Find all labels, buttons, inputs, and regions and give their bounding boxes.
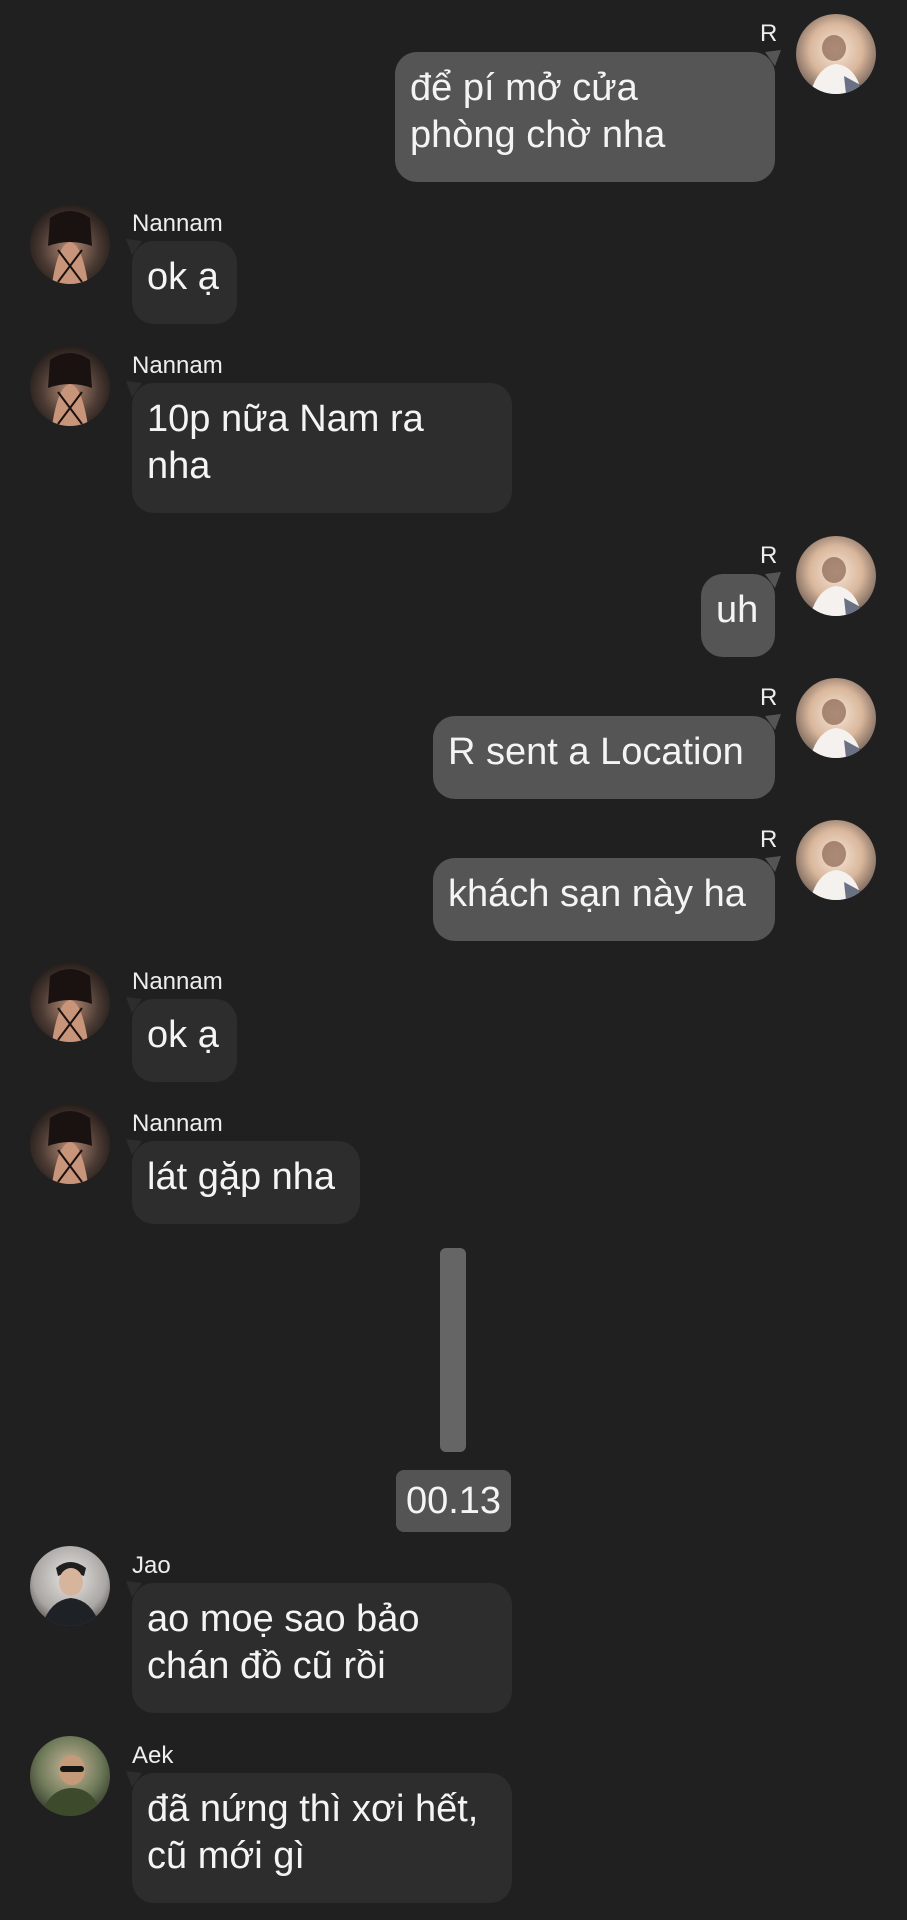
avatar[interactable] [796, 14, 876, 94]
message-text: ok ạ [147, 1014, 219, 1056]
sender-name: R [760, 684, 778, 711]
timestamp-badge: 00.13 [396, 1470, 511, 1532]
message-bubble[interactable]: ao moẹ sao bảo chán đồ cũ rồi [126, 1581, 512, 1713]
message-text: uh [716, 589, 759, 631]
location-message-bubble[interactable]: R sent a Location [433, 714, 781, 799]
message-bubble[interactable]: để pí mở cửa phòng chờ nha [395, 50, 781, 182]
avatar[interactable] [30, 346, 110, 426]
sender-name: R [760, 20, 778, 47]
avatar[interactable] [30, 204, 110, 284]
sender-name: R [760, 826, 778, 853]
message-bubble[interactable]: ok ạ [126, 239, 237, 324]
sender-name: Aek [132, 1742, 174, 1769]
message-text: ok ạ [147, 256, 219, 298]
message-bubble[interactable]: khách sạn này ha [433, 856, 781, 941]
sender-name: Nannam [132, 1110, 223, 1137]
avatar[interactable] [30, 962, 110, 1042]
avatar[interactable] [796, 536, 876, 616]
sender-name: Nannam [132, 352, 223, 379]
message-text: R sent a Location [448, 731, 744, 773]
message-text: đã nứng thì xơi hết, cũ mới gì [147, 1788, 479, 1877]
message-text: khách sạn này ha [448, 873, 746, 915]
sender-name: Nannam [132, 210, 223, 237]
sender-name: Jao [132, 1552, 171, 1579]
avatar[interactable] [30, 1104, 110, 1184]
avatar[interactable] [30, 1736, 110, 1816]
message-bubble[interactable]: uh [701, 572, 781, 657]
avatar[interactable] [796, 820, 876, 900]
message-text: để pí mở cửa phòng chờ nha [410, 67, 666, 156]
sender-name: Nannam [132, 968, 223, 995]
sender-name: R [760, 542, 778, 569]
message-text: lát gặp nha [147, 1156, 336, 1198]
avatar[interactable] [30, 1546, 110, 1626]
message-bubble[interactable]: lát gặp nha [126, 1139, 360, 1224]
message-text: 10p nữa Nam ra nha [147, 398, 424, 487]
message-text: ao moẹ sao bảo chán đồ cũ rồi [147, 1598, 420, 1687]
message-bubble[interactable]: đã nứng thì xơi hết, cũ mới gì [126, 1771, 512, 1903]
scrollbar-thumb[interactable] [440, 1248, 466, 1452]
avatar[interactable] [796, 678, 876, 758]
message-bubble[interactable]: 10p nữa Nam ra nha [126, 381, 512, 513]
message-bubble[interactable]: ok ạ [126, 997, 237, 1082]
